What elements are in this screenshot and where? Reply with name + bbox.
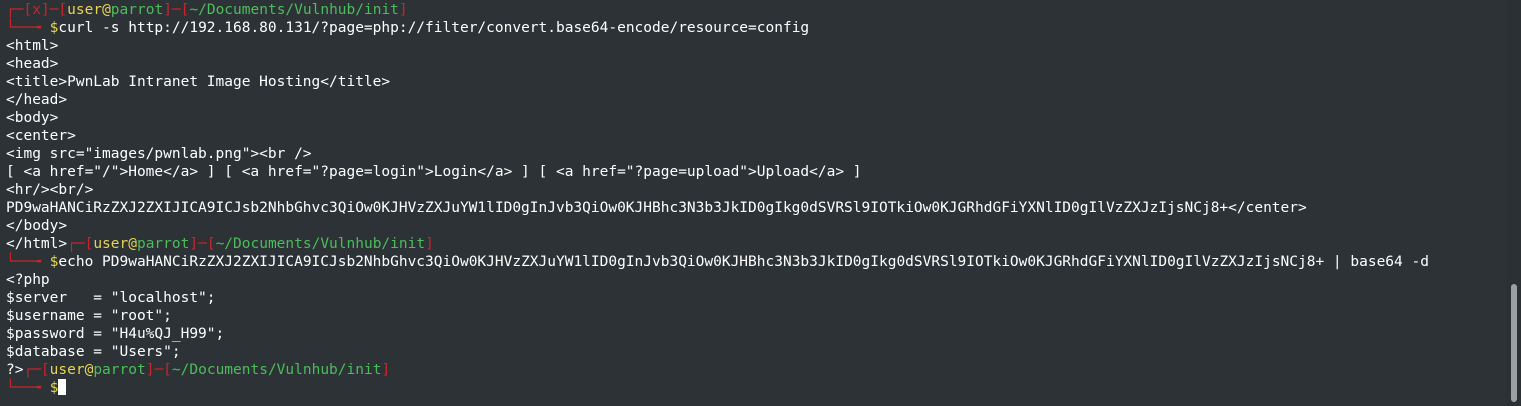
output-line: </head> <box>6 92 68 108</box>
prompt-host: parrot <box>110 2 164 18</box>
prompt-at: @ <box>102 2 111 18</box>
terminal-output: ┌─[x]─[user@parrot]─[~/Documents/Vulnhub… <box>6 1 1505 397</box>
prompt-error-mark: x <box>32 2 41 18</box>
scrollbar-thumb[interactable] <box>1511 284 1517 402</box>
output-line: </body> <box>6 218 68 234</box>
command-line: └──╼ $echo PD9waHANCiRzZXJ2ZXIJICA9ICJsb… <box>6 253 1505 271</box>
terminal-window[interactable]: ┌─[x]─[user@parrot]─[~/Documents/Vulnhub… <box>0 0 1521 406</box>
command-line: └──╼ $curl -s http://192.168.80.131/?pag… <box>6 19 1505 37</box>
output-line: ?> <box>6 362 24 378</box>
output-line: <img src="images/pwnlab.png"><br /> <box>6 146 312 162</box>
output-line: <?php <box>6 272 50 288</box>
prompt-line: ┌─[x]─[user@parrot]─[~/Documents/Vulnhub… <box>6 2 408 18</box>
output-line: <body> <box>6 110 59 126</box>
output-line: <head> <box>6 56 59 72</box>
output-line: <hr/><br/> <box>6 182 94 198</box>
command-line[interactable]: └──╼ $ <box>6 379 1505 397</box>
prompt-dollar: $ <box>49 380 59 396</box>
output-line: </html> <box>6 236 68 252</box>
prompt-user: user <box>67 2 103 18</box>
command-curl: curl -s http://192.168.80.131/?page=php:… <box>58 20 810 36</box>
output-line: $username = "root"; <box>6 308 172 324</box>
prompt-at: @ <box>128 236 137 252</box>
prompt-path: ~/Documents/Vulnhub/init <box>171 362 382 378</box>
output-line: PD9waHANCiRzZXJ2ZXIJICA9ICJsb2NhbGhvc3Qi… <box>6 200 1307 216</box>
prompt-path: ~/Documents/Vulnhub/init <box>215 236 426 252</box>
prompt-arrow: └──╼ <box>6 20 50 36</box>
prompt-path: ~/Documents/Vulnhub/init <box>189 2 399 18</box>
prompt-line: ?>┌─[user@parrot]─[~/Documents/Vulnhub/i… <box>6 362 391 378</box>
command-echo: echo PD9waHANCiRzZXJ2ZXIJICA9ICJsb2NhbGh… <box>58 254 1429 270</box>
output-line: <title>PwnLab Intranet Image Hosting</ti… <box>6 74 391 90</box>
prompt-host: parrot <box>93 362 146 378</box>
prompt-arrow: └──╼ <box>6 254 50 270</box>
scrollbar[interactable] <box>1506 0 1521 406</box>
prompt-line: </html>┌─[user@parrot]─[~/Documents/Vuln… <box>6 236 434 252</box>
prompt-arrow: └──╼ <box>6 380 50 396</box>
output-line: $database = "Users"; <box>6 344 181 360</box>
prompt-user: user <box>93 236 129 252</box>
output-line: <center> <box>6 128 76 144</box>
text-cursor[interactable] <box>58 379 67 395</box>
output-line: [ <a href="/">Home</a> ] [ <a href="?pag… <box>6 164 862 180</box>
output-line: $server = "localhost"; <box>6 290 216 306</box>
output-line: <html> <box>6 38 59 54</box>
output-line: $password = "H4u%QJ_H99"; <box>6 326 225 342</box>
prompt-user: user <box>49 362 85 378</box>
prompt-host: parrot <box>136 236 190 252</box>
